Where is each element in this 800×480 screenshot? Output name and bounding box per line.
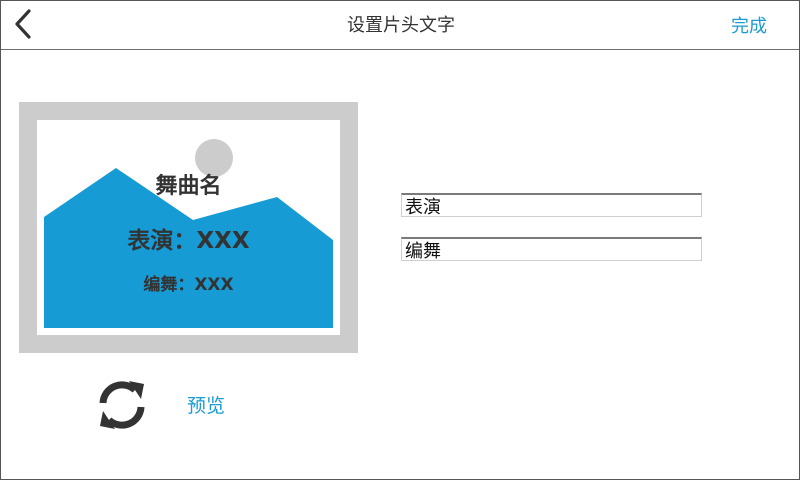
performance-input[interactable] xyxy=(401,193,702,217)
song-title-text: 舞曲名 xyxy=(155,174,222,199)
title-preview-card: 舞曲名 表演：XXX 编舞：XXX xyxy=(19,102,358,353)
performance-text: 表演：XXX xyxy=(127,228,250,254)
chevron-left-icon xyxy=(12,8,34,44)
preview-button[interactable]: 预览 xyxy=(187,391,225,418)
app-window: 设置片头文字 完成 舞曲名 表演：XXX 编舞：XXX 预览 xyxy=(0,0,800,480)
refresh-icon xyxy=(95,381,149,436)
choreography-input[interactable] xyxy=(401,237,702,261)
refresh-button[interactable] xyxy=(95,378,149,432)
top-bar: 设置片头文字 完成 xyxy=(1,1,799,50)
choreography-text: 编舞：XXX xyxy=(143,275,234,295)
done-button[interactable]: 完成 xyxy=(721,1,777,49)
back-button[interactable] xyxy=(7,9,39,43)
page-title: 设置片头文字 xyxy=(347,15,455,36)
